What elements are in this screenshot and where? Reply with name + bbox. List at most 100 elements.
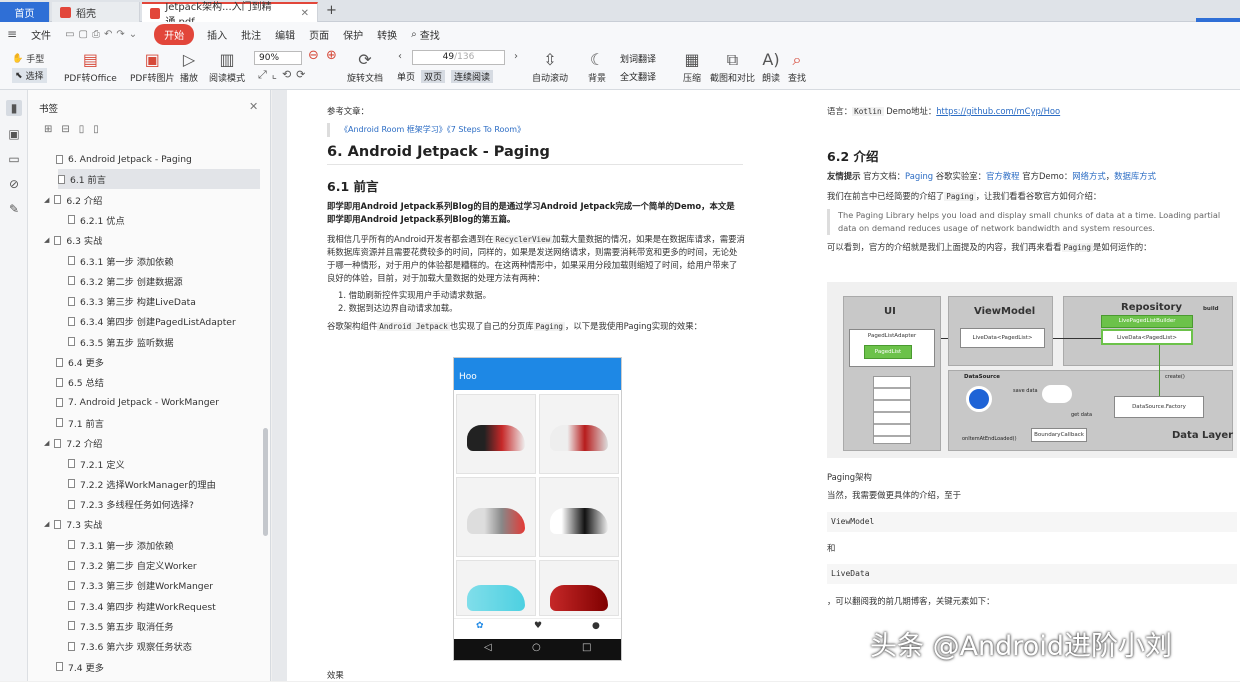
read-aloud-button[interactable]: A) 朗读 xyxy=(762,49,780,84)
background-button[interactable]: ☾ 背景 xyxy=(588,49,606,84)
bookmark-item[interactable]: ◢ 6.2 介绍 xyxy=(28,190,260,210)
close-icon[interactable]: ✕ xyxy=(301,8,309,19)
bookmark-item[interactable]: 6.5 总结 xyxy=(28,372,260,392)
profile-nav-icon[interactable]: ● xyxy=(592,621,600,631)
bookmark-item[interactable]: 7.3.4 第四步 构建WorkRequest xyxy=(28,596,260,616)
bookmark-item[interactable]: 6.3.4 第四步 创建PagedListAdapter xyxy=(28,311,260,331)
bookmark-item[interactable]: 6.3.5 第五步 监听数据 xyxy=(28,332,260,352)
menu-search[interactable]: ⌕ 查找 xyxy=(404,27,447,42)
bookmark-item[interactable]: 7.3.6 第六步 观察任务状态 xyxy=(28,636,260,656)
bookmark-item[interactable]: ◢ 7.3 实战 xyxy=(28,514,260,534)
tab-home[interactable]: 首页 xyxy=(0,2,50,22)
compress-label: 压缩 xyxy=(683,74,702,84)
recents-icon[interactable]: □ xyxy=(582,642,591,653)
demo-label: Demo地址： xyxy=(886,106,937,116)
rotate-document-button[interactable]: ⟳ 旋转文档 xyxy=(347,49,383,84)
signature-icon[interactable]: ✎ xyxy=(6,201,22,217)
tip-link-tutorial[interactable]: 官方教程 xyxy=(986,171,1020,181)
auto-scroll-button[interactable]: ⇳ 自动滚动 xyxy=(532,49,568,84)
bookmark-item[interactable]: 7.4 更多 xyxy=(28,657,260,677)
screenshot-compare-button[interactable]: ⧉ 截图和对比 xyxy=(710,49,755,84)
compress-button[interactable]: ▦ 压缩 xyxy=(683,49,701,84)
home-nav-icon[interactable]: ✿ xyxy=(476,621,484,631)
word-translate-button[interactable]: 划词翻译 xyxy=(620,52,656,65)
bookmark-item[interactable]: ◢ 6.3 实战 xyxy=(28,230,260,250)
bookmark-icon[interactable]: ▮ xyxy=(6,100,22,116)
pdf-to-image-button[interactable]: ▣ PDF转图片 xyxy=(130,49,175,84)
demo-link[interactable]: https://github.com/mCyp/Hoo xyxy=(936,106,1060,116)
bookmark-item[interactable]: 7.3.3 第三步 创建WorkManger xyxy=(28,575,260,595)
bookmark-item[interactable]: 6.3.3 第三步 构建LiveData xyxy=(28,291,260,311)
double-page-button[interactable]: 双页 xyxy=(421,70,446,83)
menu-convert[interactable]: 转换 xyxy=(370,27,404,42)
quick-access-icons[interactable]: ▭▢⎙↶↷⌄ xyxy=(58,29,148,40)
bookmark-item[interactable]: 6.3.2 第二步 创建数据源 xyxy=(28,271,260,291)
zoom-select[interactable]: 90% xyxy=(254,51,302,65)
attachment-icon[interactable]: ⊘ xyxy=(6,176,22,192)
expand-triangle-icon[interactable]: ◢ xyxy=(44,439,49,447)
favorite-nav-icon[interactable]: ♥ xyxy=(534,621,542,631)
bookmark-item[interactable]: 7.2.3 多线程任务如何选择? xyxy=(28,494,260,514)
code-block-viewmodel: ViewModel xyxy=(827,512,1237,532)
play-button[interactable]: ▷ 播放 xyxy=(180,49,198,84)
reference-links[interactable]: 《Android Room 框架学习》《7 Steps To Room》 xyxy=(327,123,743,137)
new-tab-icon[interactable]: + xyxy=(326,3,337,18)
bookmark-item[interactable]: 7.3.1 第一步 添加依赖 xyxy=(28,535,260,555)
menu-file[interactable]: 文件 xyxy=(24,27,58,42)
menu-icon[interactable]: ≡ xyxy=(0,27,24,41)
bookmark-item[interactable]: 6.1 前言 xyxy=(58,169,260,190)
bookmark-item[interactable]: 7.3.2 第二步 自定义Worker xyxy=(28,555,260,575)
menu-start[interactable]: 开始 xyxy=(154,23,195,45)
menu-protect[interactable]: 保护 xyxy=(336,27,370,42)
tab-docer[interactable]: 稻壳 xyxy=(52,2,140,22)
tip-link-network[interactable]: 网络方式 xyxy=(1072,171,1106,181)
bookmark-item[interactable]: 7.2.2 选择WorkManager的理由 xyxy=(28,474,260,494)
home-icon[interactable]: ○ xyxy=(532,642,541,653)
expand-triangle-icon[interactable]: ◢ xyxy=(44,236,49,244)
bookmark-item[interactable]: 6.4 更多 xyxy=(28,352,260,372)
view-tool-icons[interactable]: ⤢⌞⟲⟳ xyxy=(258,68,310,82)
paragraph-key-elements: ，可以翻阅我的前几期博客，关键元素如下： xyxy=(827,596,995,606)
bookmark-item[interactable]: 7.3.5 第五步 取消任务 xyxy=(28,616,260,636)
single-page-button[interactable]: 单页 xyxy=(397,70,415,83)
thumbnail-icon[interactable]: ▣ xyxy=(6,126,22,142)
system-nav-bar: ◁ ○ □ xyxy=(454,639,621,660)
bookmark-tool-icons[interactable]: ⊞⊟▯▯ xyxy=(44,124,108,135)
reference-links-text[interactable]: 《Android Room 框架学习》《7 Steps To Room》 xyxy=(340,125,525,134)
expand-triangle-icon[interactable]: ◢ xyxy=(44,520,49,528)
bookmark-item[interactable]: 7.1 前言 xyxy=(28,413,260,433)
bookmark-item[interactable]: ◢ 7.2 介绍 xyxy=(28,433,260,453)
tip-link-database[interactable]: 数据库方式 xyxy=(1114,171,1156,181)
menu-annotate[interactable]: 批注 xyxy=(234,27,268,42)
menu-insert[interactable]: 插入 xyxy=(200,27,234,42)
paging-code: Paging xyxy=(944,192,976,201)
bookmark-doc-icon xyxy=(56,662,63,671)
tab-pdf-document[interactable]: Jetpack架构...入门到精通.pdf ✕ xyxy=(142,2,318,28)
zoom-in-icon[interactable]: ⊕ xyxy=(326,48,337,63)
full-translate-button[interactable]: 全文翻译 xyxy=(620,70,656,83)
continuous-read-button[interactable]: 连续阅读 xyxy=(451,70,494,83)
panel-scrollbar[interactable] xyxy=(263,428,268,536)
back-icon[interactable]: ◁ xyxy=(484,642,492,653)
paragraph-paging-library: 谷歌架构组件 Android Jetpack 也实现了自己的分页库 Paging ，以下… xyxy=(327,320,743,333)
page-number-input[interactable]: 49/136 xyxy=(412,50,505,65)
bookmark-item[interactable]: 6.3.1 第一步 添加依赖 xyxy=(28,251,260,271)
bookmark-item[interactable]: 6. Android Jetpack - Paging xyxy=(28,149,260,169)
close-panel-icon[interactable]: ✕ xyxy=(249,100,258,113)
pdf-to-office-button[interactable]: ▤ PDF转Office xyxy=(64,49,117,84)
tip-link-paging[interactable]: Paging xyxy=(905,171,933,181)
menu-page[interactable]: 页面 xyxy=(302,27,336,42)
select-tool-button[interactable]: ⬉ 选择 xyxy=(12,68,47,83)
menu-edit[interactable]: 编辑 xyxy=(268,27,302,42)
hand-tool-button[interactable]: ✋ 手型 xyxy=(12,52,44,66)
bookmark-item[interactable]: 6.2.1 优点 xyxy=(28,210,260,230)
bookmark-item[interactable]: 7. Android Jetpack - WorkManger xyxy=(28,393,260,413)
prev-page-icon[interactable]: ‹ xyxy=(398,51,402,62)
zoom-out-icon[interactable]: ⊖ xyxy=(308,48,319,63)
read-mode-button[interactable]: ▥ 阅读模式 xyxy=(209,49,245,84)
next-page-icon[interactable]: › xyxy=(514,51,518,62)
bookmark-item[interactable]: 7.2.1 定义 xyxy=(28,454,260,474)
expand-triangle-icon[interactable]: ◢ xyxy=(44,196,49,204)
comment-icon[interactable]: ▭ xyxy=(6,151,22,167)
find-button[interactable]: ⌕ 查找 xyxy=(788,49,806,84)
